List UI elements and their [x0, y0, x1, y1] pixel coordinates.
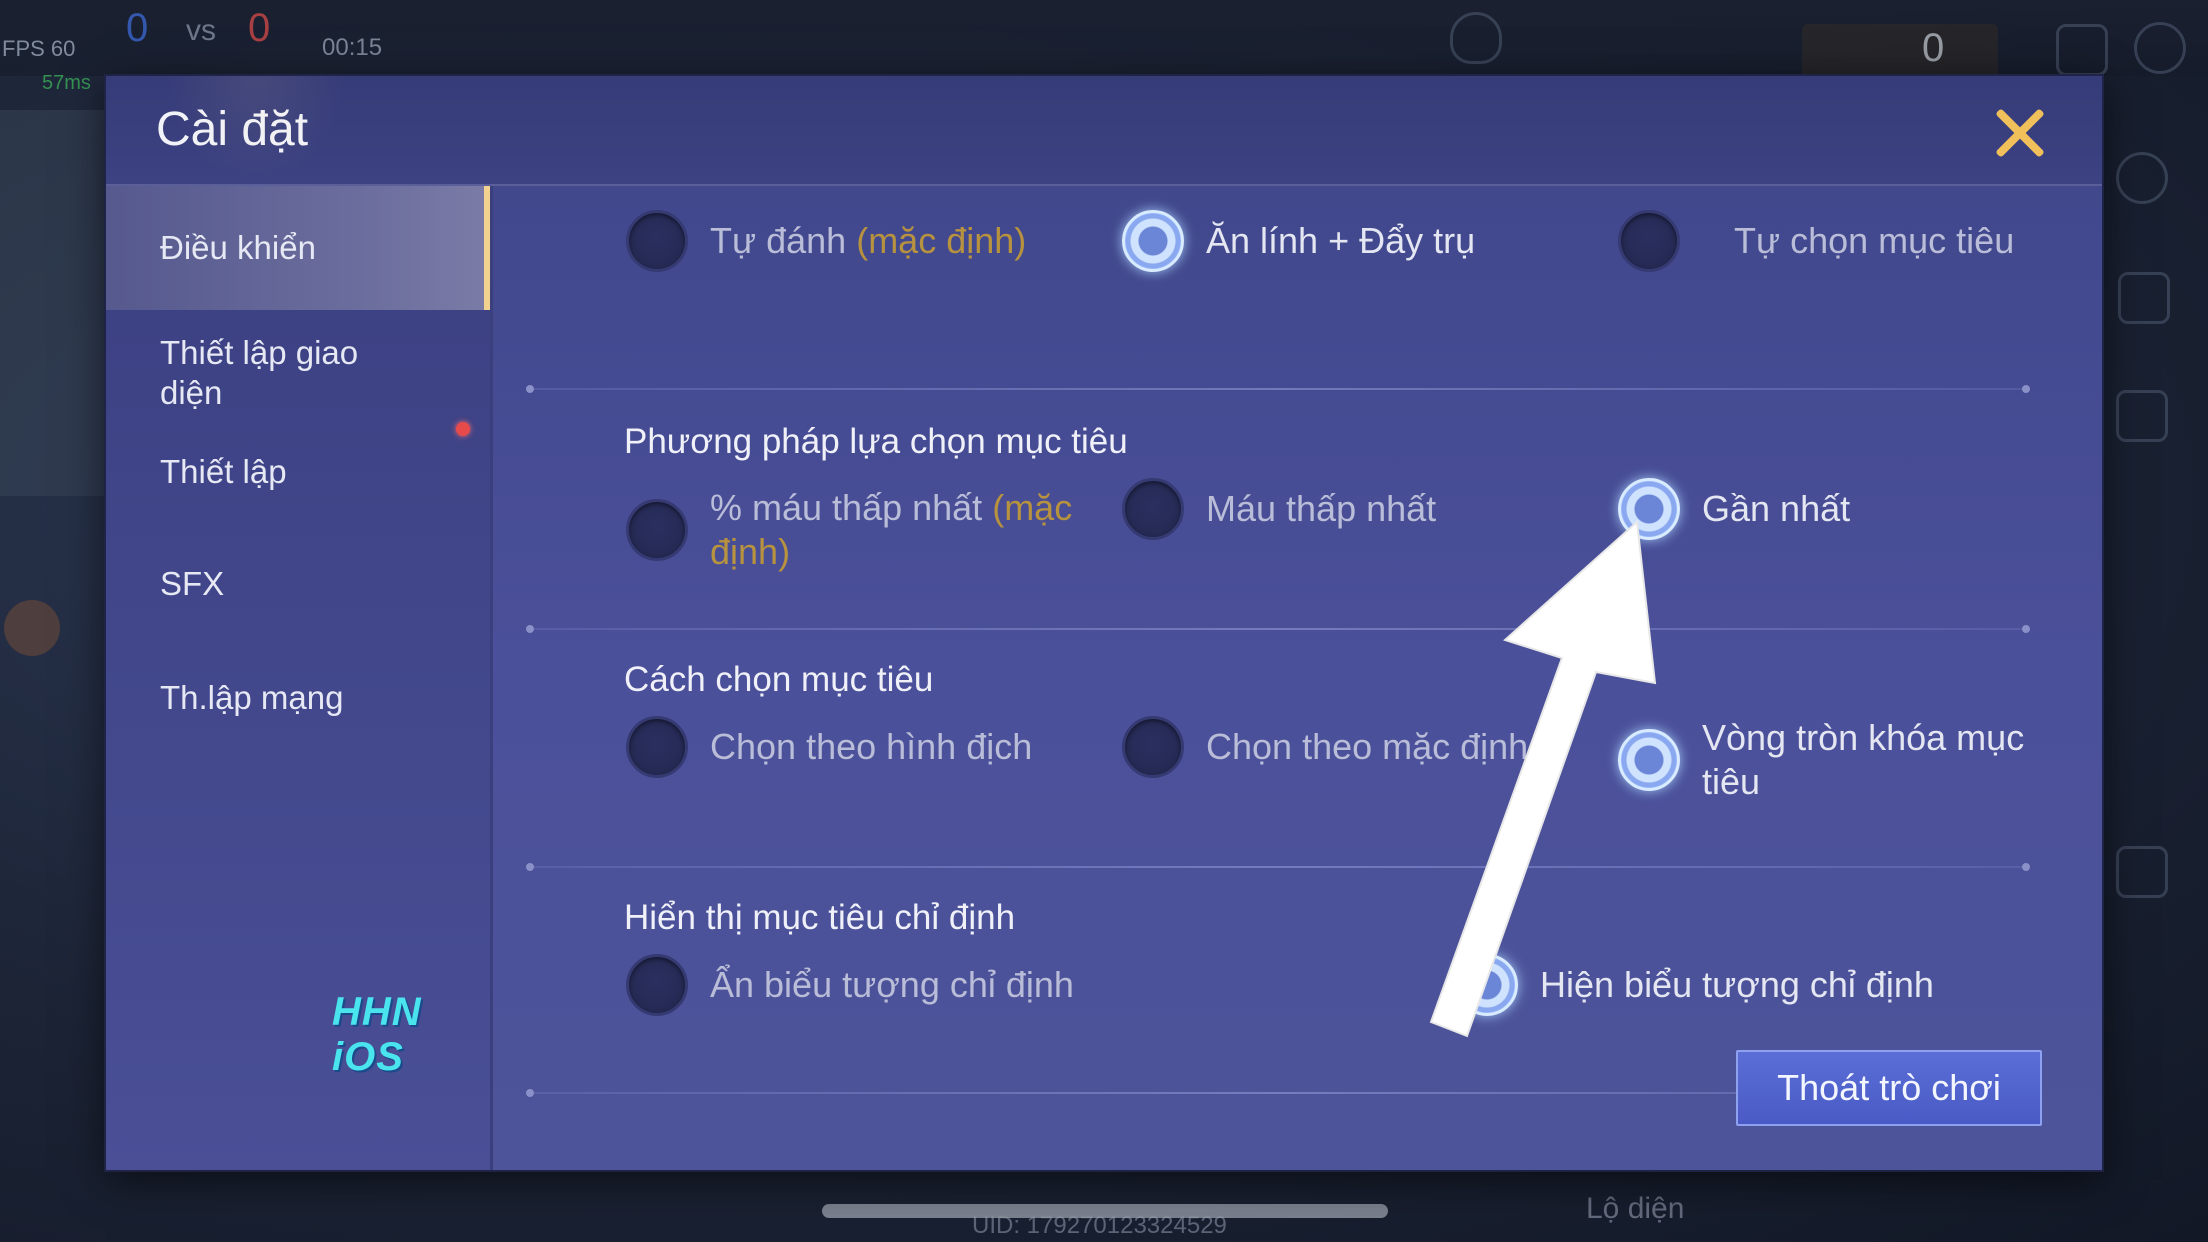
sidebar-item-network[interactable]: Th.lập mạng	[106, 678, 490, 718]
option-hide-indicator[interactable]: Ẩn biểu tượng chỉ định	[626, 954, 1074, 1016]
section-divider	[526, 863, 2030, 871]
gear-icon[interactable]	[2134, 22, 2186, 74]
sidebar-item-interface[interactable]: Thiết lập giao diện	[106, 310, 490, 436]
hero-avatar	[4, 600, 60, 656]
section-title-target-method: Phương pháp lựa chọn mục tiêu	[624, 422, 1128, 461]
option-show-indicator[interactable]: Hiện biểu tượng chỉ định	[1456, 954, 1934, 1016]
menu-list-icon[interactable]	[2056, 24, 2108, 76]
alert-icon[interactable]	[2118, 272, 2170, 324]
radio-button[interactable]	[626, 210, 688, 272]
option-select-default[interactable]: Chọn theo mặc định	[1122, 716, 1528, 778]
section-divider	[526, 385, 2030, 393]
section-title-target-display: Hiển thị mục tiêu chỉ định	[624, 898, 1016, 937]
close-icon[interactable]	[1992, 104, 2048, 160]
settings-sidebar: Điều khiển Thiết lập giao diện Thiết lập…	[106, 186, 493, 1170]
dialog-title: Cài đặt	[156, 103, 309, 156]
sidebar-item-controls[interactable]: Điều khiển	[106, 186, 490, 310]
radio-button-selected[interactable]	[1456, 954, 1518, 1016]
notification-dot	[456, 422, 470, 436]
radio-button[interactable]	[1122, 716, 1184, 778]
radio-button-selected[interactable]	[1122, 210, 1184, 272]
radio-button[interactable]	[626, 716, 688, 778]
shop-button[interactable]	[1802, 24, 1998, 80]
watermark-logo: HHN iOS	[332, 990, 422, 1079]
option-select-by-portrait[interactable]: Chọn theo hình địch	[626, 716, 1032, 778]
radio-button-selected[interactable]	[1618, 478, 1680, 540]
dialog-header: Cài đặt	[106, 76, 2102, 186]
team-score-right: 0	[248, 6, 271, 50]
ping-indicator: 57ms	[42, 72, 91, 94]
home-indicator[interactable]	[822, 1204, 1388, 1218]
radio-button[interactable]	[1618, 210, 1680, 272]
minimap[interactable]	[0, 110, 106, 496]
sidebar-item-settings[interactable]: Thiết lập	[106, 452, 490, 492]
option-lock-circle[interactable]: Vòng tròn khóa mục tiêu	[1618, 716, 2038, 804]
default-note: (mặc định)	[856, 220, 1027, 261]
fps-counter: FPS 60	[2, 36, 76, 61]
sidebar-item-label: Thiết lập giao diện	[160, 334, 359, 411]
section-title-target-select: Cách chọn mục tiêu	[624, 660, 934, 699]
option-lowest-hp-percent[interactable]: % máu thấp nhất (mặc định)	[626, 486, 1096, 574]
option-manual-target[interactable]: Tự chọn mục tiêu	[1618, 210, 2014, 272]
gold-count: 0	[1922, 26, 1945, 70]
option-minion-tower[interactable]: Ăn lính + Đẩy trụ	[1122, 210, 1475, 272]
expose-label: Lộ diện	[1586, 1192, 1685, 1225]
shield-icon[interactable]	[1450, 12, 1502, 64]
pen-icon[interactable]	[2116, 152, 2168, 204]
chat-icon[interactable]	[2116, 390, 2168, 442]
exit-game-button[interactable]: Thoát trò chơi	[1736, 1050, 2042, 1126]
sidebar-item-label: Thiết lập	[160, 453, 287, 490]
sidebar-item-label: Điều khiển	[160, 229, 316, 266]
tower-icon	[2116, 846, 2168, 898]
option-lowest-hp[interactable]: Máu thấp nhất	[1122, 478, 1436, 540]
radio-button[interactable]	[1122, 478, 1184, 540]
settings-dialog: Cài đặt Điều khiển Thiết lập giao diện T…	[106, 76, 2102, 1170]
match-timer: 00:15	[322, 34, 383, 61]
radio-button[interactable]	[626, 954, 688, 1016]
radio-button-selected[interactable]	[1618, 729, 1680, 791]
option-nearest[interactable]: Gần nhất	[1618, 478, 1850, 540]
team-score-left: 0	[126, 6, 149, 50]
radio-button[interactable]	[626, 499, 688, 561]
sidebar-item-label: Th.lập mạng	[160, 679, 344, 716]
settings-content: Tự đánh (mặc định) Ăn lính + Đẩy trụ Tự …	[492, 186, 2102, 1170]
sidebar-item-sfx[interactable]: SFX	[106, 564, 490, 604]
vs-label: vs	[186, 14, 216, 47]
section-divider	[526, 625, 2030, 633]
sidebar-item-label: SFX	[160, 565, 225, 602]
option-auto-attack[interactable]: Tự đánh (mặc định)	[626, 210, 1026, 272]
